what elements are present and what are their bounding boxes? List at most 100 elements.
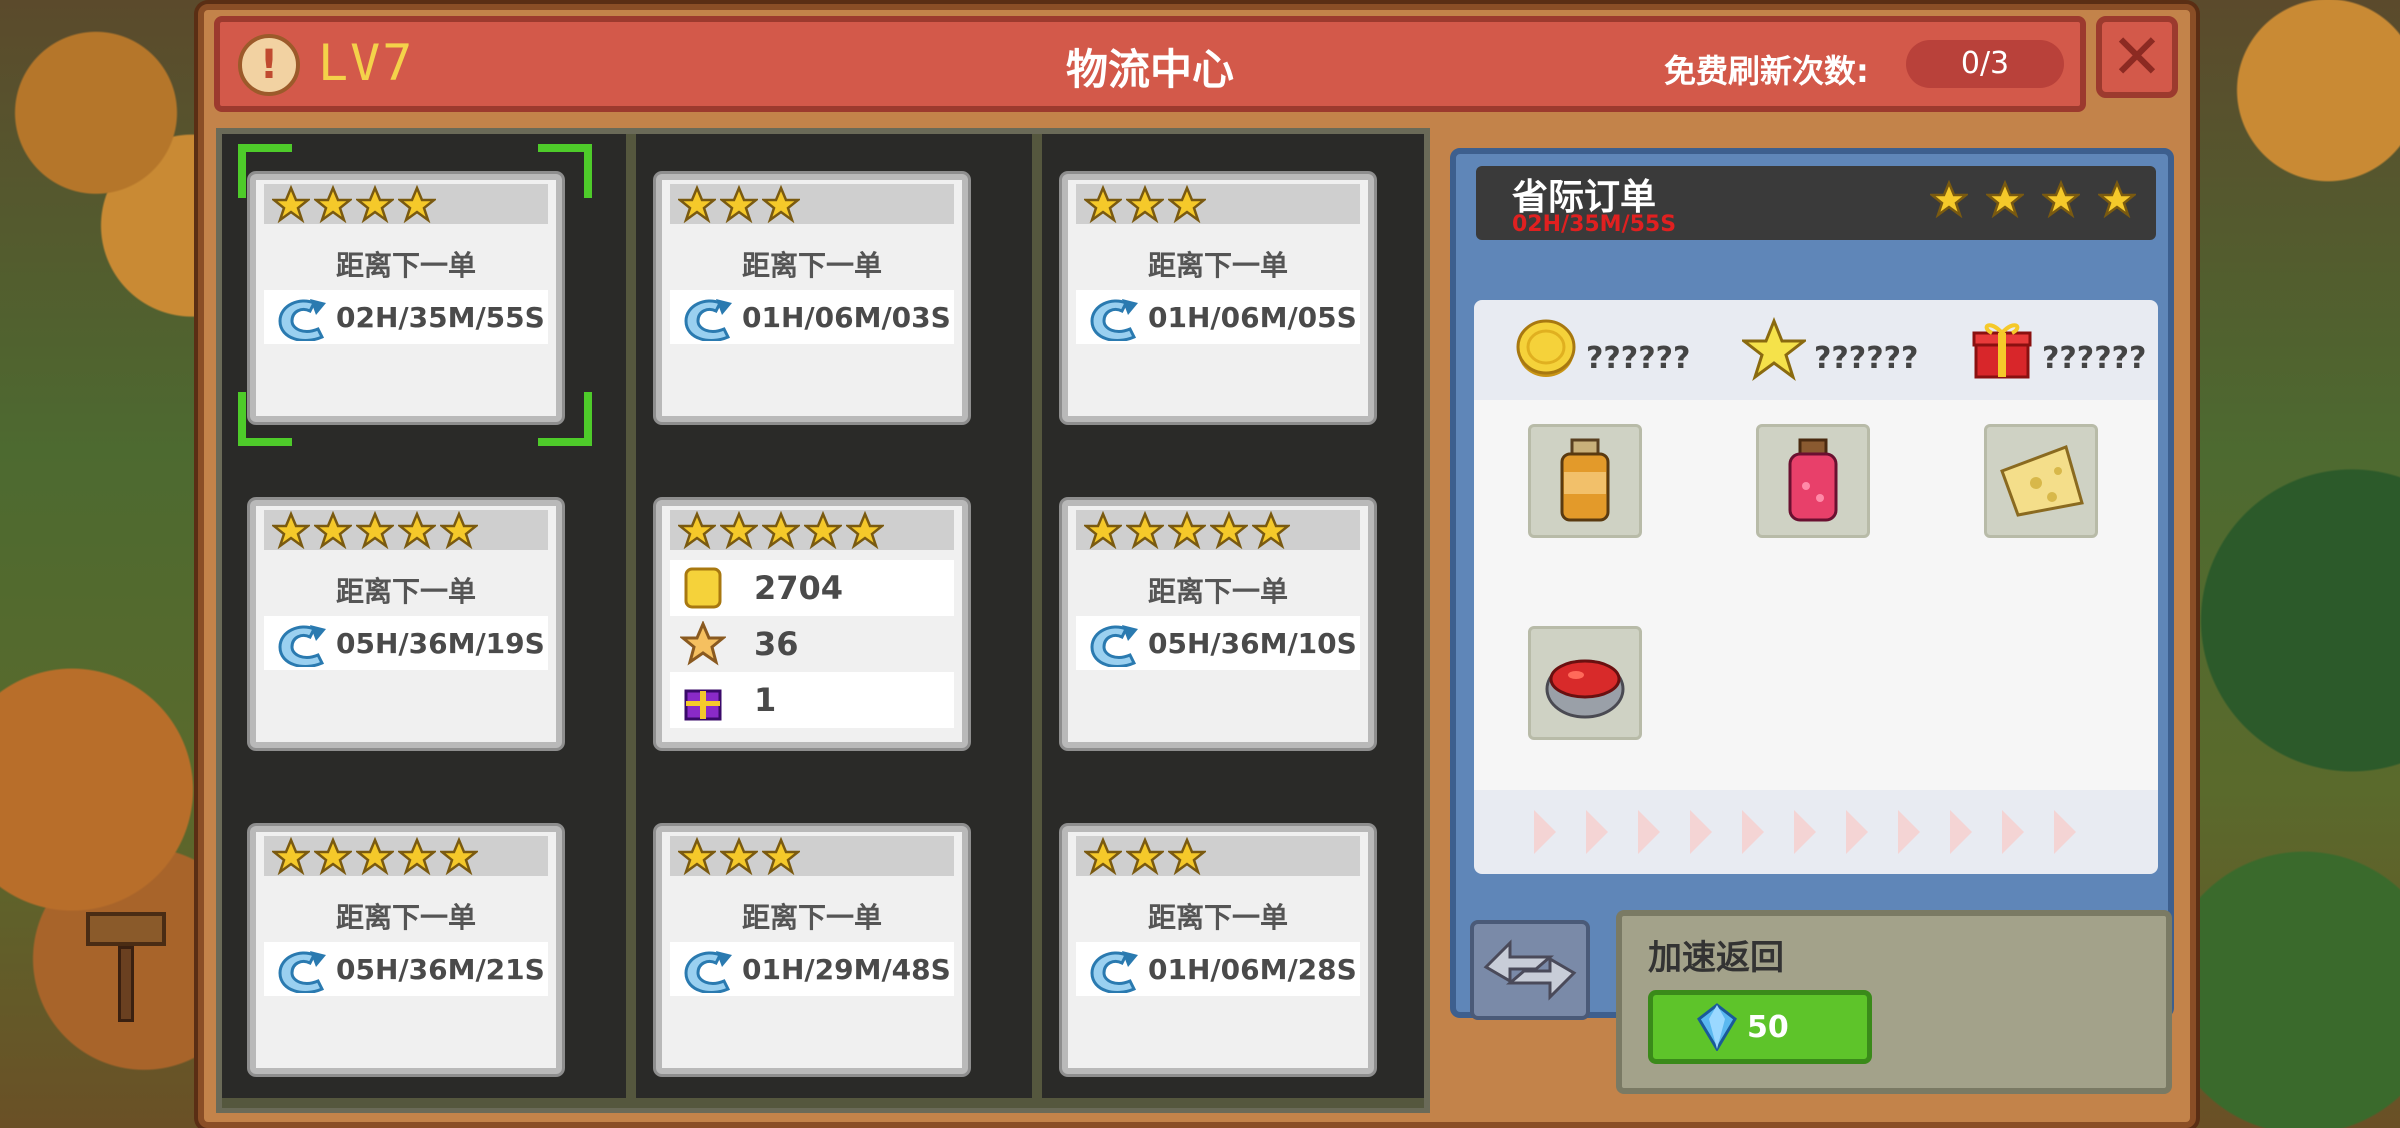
order-star-rating bbox=[1076, 510, 1360, 550]
gift-box-icon bbox=[684, 689, 722, 721]
order-star-rating bbox=[670, 510, 954, 550]
logistics-center-window: ! LV7 物流中心 免费刷新次数: 0/3 ✕ 距离下一单 02H/35M/55… bbox=[198, 4, 2196, 1128]
gold-coin-icon bbox=[1516, 319, 1576, 377]
hourglass-timer-icon bbox=[1090, 299, 1138, 341]
star-icon bbox=[2098, 180, 2136, 218]
close-button[interactable]: ✕ bbox=[2096, 16, 2178, 98]
order-star-rating bbox=[1076, 184, 1360, 224]
order-timer: 05H/36M/19S bbox=[336, 626, 545, 660]
star-icon bbox=[1168, 511, 1206, 549]
gold-coin-icon bbox=[684, 567, 722, 609]
free-refresh-count: 0/3 bbox=[1906, 40, 2064, 88]
next-order-label: 距离下一单 bbox=[335, 249, 476, 282]
order-card[interactable]: 距离下一单 01H/06M/03S bbox=[656, 174, 968, 422]
star-icon bbox=[1084, 837, 1122, 875]
order-detail-header: 省际订单 02H/35M/55S bbox=[1476, 166, 2156, 240]
order-card[interactable]: 距离下一单 05H/36M/10S bbox=[1062, 500, 1374, 748]
star-icon bbox=[1986, 180, 2024, 218]
next-order-label: 距离下一单 bbox=[1147, 575, 1288, 608]
order-timer: 01H/06M/03S bbox=[742, 300, 951, 334]
next-order-label: 距离下一单 bbox=[1147, 901, 1288, 934]
star-icon bbox=[1742, 317, 1806, 381]
reward-summary: ?????? ?????? ?????? bbox=[1474, 300, 2158, 398]
star-icon bbox=[678, 185, 716, 223]
close-icon: ✕ bbox=[2111, 20, 2163, 93]
window-header: ! LV7 物流中心 免费刷新次数: 0/3 bbox=[214, 16, 2086, 112]
order-timer-row: 02H/35M/55S bbox=[264, 290, 548, 344]
star-icon bbox=[356, 837, 394, 875]
item-slot[interactable] bbox=[1984, 424, 2098, 538]
swap-arrows-icon bbox=[1483, 939, 1577, 1001]
order-timer: 05H/36M/21S bbox=[336, 952, 545, 986]
order-timer: 05H/36M/10S bbox=[1148, 626, 1357, 660]
star-icon bbox=[440, 511, 478, 549]
star-icon bbox=[762, 185, 800, 223]
order-star-rating bbox=[1076, 836, 1360, 876]
order-card[interactable]: 距离下一单 01H/29M/48S bbox=[656, 826, 968, 1074]
order-timer-row: 05H/36M/19S bbox=[264, 616, 548, 670]
progress-arrows bbox=[1534, 810, 2076, 854]
hourglass-timer-icon bbox=[278, 625, 326, 667]
next-order-label: 距离下一单 bbox=[741, 901, 882, 934]
speedup-cost: 50 bbox=[1747, 1009, 1789, 1045]
order-timer-row: 01H/06M/28S bbox=[1076, 942, 1360, 996]
next-order-label: 距离下一单 bbox=[335, 901, 476, 934]
hourglass-timer-icon bbox=[1090, 625, 1138, 667]
hourglass-timer-icon bbox=[278, 299, 326, 341]
swap-order-button[interactable] bbox=[1470, 920, 1590, 1020]
star-icon bbox=[398, 511, 436, 549]
star-icon bbox=[762, 511, 800, 549]
selection-corner bbox=[538, 392, 592, 446]
order-card[interactable]: 距离下一单 01H/06M/28S bbox=[1062, 826, 1374, 1074]
order-card[interactable]: 距离下一单 02H/35M/55S bbox=[250, 174, 562, 422]
item-slot[interactable] bbox=[1528, 424, 1642, 538]
hourglass-timer-icon bbox=[684, 299, 732, 341]
star-icon bbox=[678, 837, 716, 875]
star-icon bbox=[1252, 511, 1290, 549]
order-timer: 02H/35M/55S bbox=[336, 300, 545, 334]
order-star-rating bbox=[264, 836, 548, 876]
hourglass-timer-icon bbox=[1090, 951, 1138, 993]
speedup-panel: 加速返回 50 bbox=[1616, 910, 2172, 1094]
item-slot[interactable] bbox=[1756, 424, 1870, 538]
order-grid: 距离下一单 02H/35M/55S 距离下一单 01H/06M/03S 距离下一单 01H… bbox=[216, 128, 1430, 1113]
hourglass-timer-icon bbox=[684, 951, 732, 993]
reward-coins: ?????? bbox=[1474, 300, 1702, 398]
star-icon bbox=[314, 185, 352, 223]
reward-stars: ?????? bbox=[1702, 300, 1930, 398]
star-icon bbox=[1168, 837, 1206, 875]
star-icon bbox=[356, 185, 394, 223]
star-icon bbox=[314, 511, 352, 549]
star-icon bbox=[272, 837, 310, 875]
star-icon bbox=[720, 837, 758, 875]
order-timer: 01H/06M/28S bbox=[1148, 952, 1357, 986]
next-order-label: 距离下一单 bbox=[1147, 249, 1288, 282]
wooden-signpost bbox=[86, 912, 166, 1022]
order-card[interactable]: 距离下一单 05H/36M/19S bbox=[250, 500, 562, 748]
order-countdown: 02H/35M/55S bbox=[1512, 212, 1677, 237]
order-timer-row: 01H/06M/05S bbox=[1076, 290, 1360, 344]
cheese-icon bbox=[2000, 445, 2084, 517]
order-timer-row: 01H/29M/48S bbox=[670, 942, 954, 996]
star-icon bbox=[1126, 837, 1164, 875]
speedup-button[interactable]: 50 bbox=[1648, 990, 1872, 1064]
star-icon bbox=[1210, 511, 1248, 549]
jam-jar-icon bbox=[1788, 438, 1838, 522]
order-card[interactable]: 距离下一单 01H/06M/05S bbox=[1062, 174, 1374, 422]
order-card[interactable]: 距离下一单 05H/36M/21S bbox=[250, 826, 562, 1074]
next-order-label: 距离下一单 bbox=[741, 249, 882, 282]
item-slot[interactable] bbox=[1528, 626, 1642, 740]
speedup-title: 加速返回 bbox=[1648, 938, 1784, 978]
star-icon bbox=[804, 511, 842, 549]
star-icon bbox=[1126, 185, 1164, 223]
next-order-label: 距离下一单 bbox=[335, 575, 476, 608]
star-icon bbox=[356, 511, 394, 549]
order-star-rating bbox=[1930, 180, 2136, 218]
star-icon bbox=[398, 837, 436, 875]
star-icon bbox=[720, 511, 758, 549]
order-reward-coins: 2704 bbox=[670, 560, 954, 616]
star-icon bbox=[1126, 511, 1164, 549]
order-card[interactable]: 2704 36 1 bbox=[656, 500, 968, 748]
order-reward-gifts-value: 1 bbox=[754, 681, 777, 719]
reward-gifts: ?????? bbox=[1930, 300, 2158, 398]
